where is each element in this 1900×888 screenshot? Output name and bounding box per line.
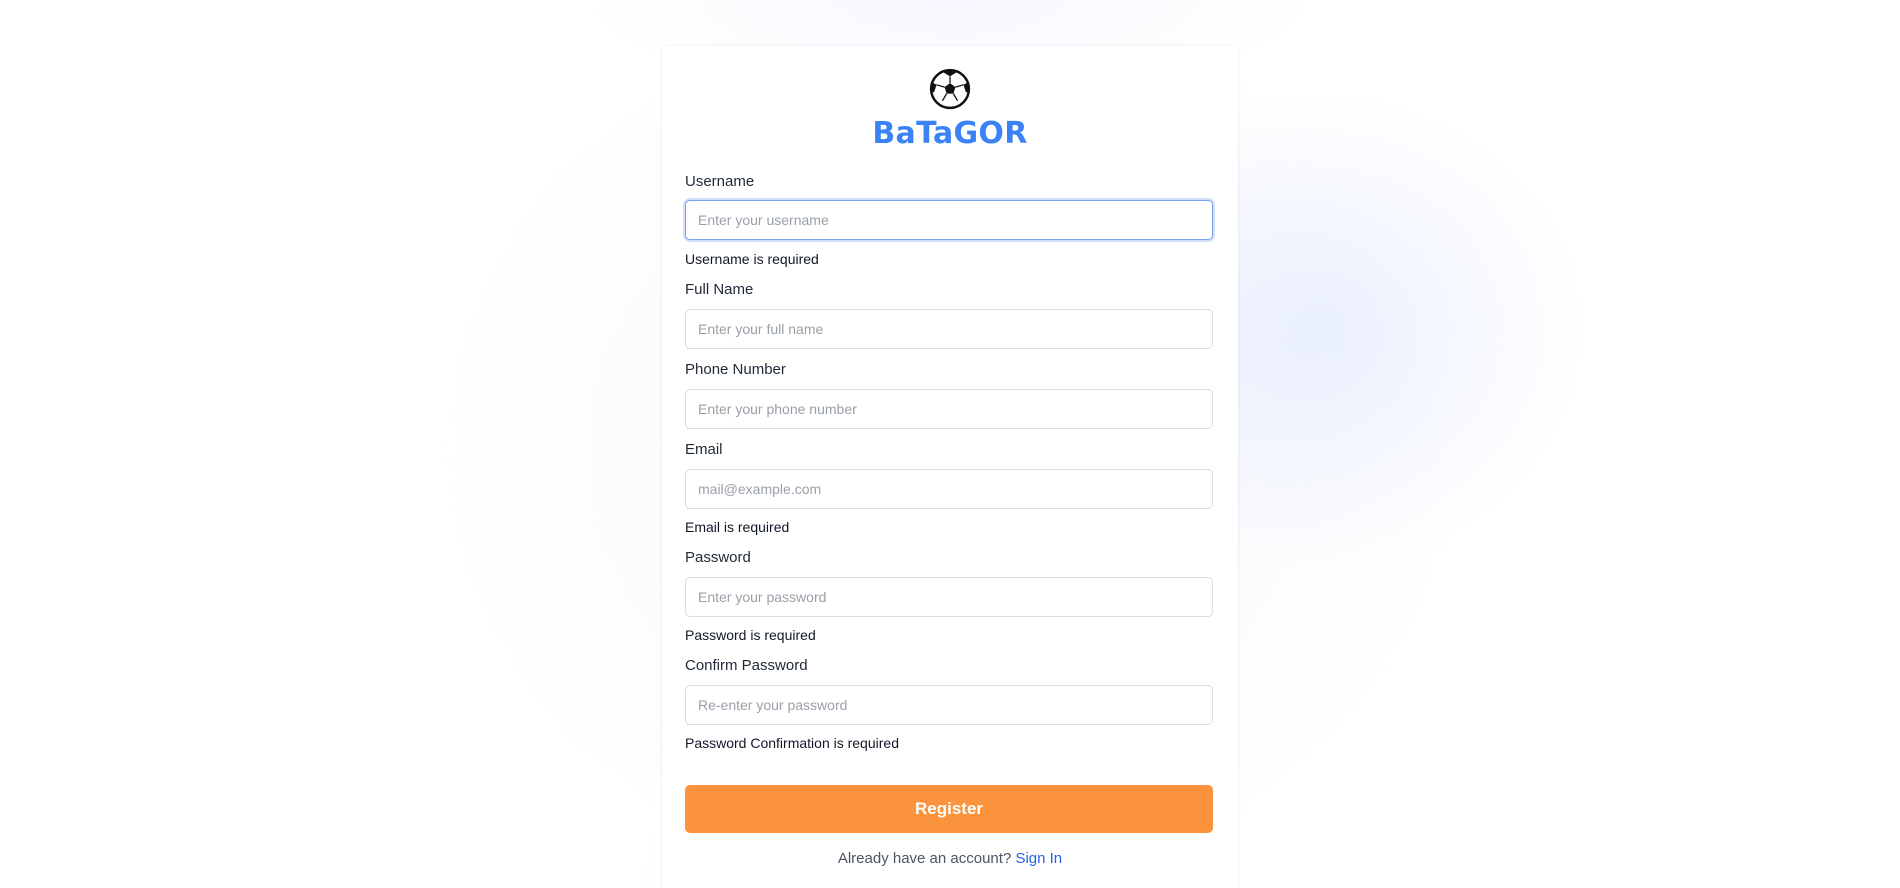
confirm-password-label: Confirm Password [685, 657, 808, 674]
sign-in-link[interactable]: Sign In [1015, 850, 1062, 867]
email-input[interactable] [685, 469, 1213, 509]
username-label: Username [685, 173, 755, 190]
full-name-input[interactable] [685, 309, 1213, 349]
brand-title: BaTaGOR [872, 116, 1028, 151]
phone-number-input[interactable] [685, 389, 1213, 429]
sign-in-prompt: Already have an account? Sign In [662, 850, 1238, 868]
password-label: Password [685, 549, 751, 566]
register-button[interactable]: Register [685, 785, 1213, 833]
password-error: Password is required [685, 627, 816, 643]
email-error: Email is required [685, 519, 790, 535]
sign-in-prompt-text: Already have an account? [837, 850, 1012, 867]
email-label: Email [685, 441, 723, 458]
username-input[interactable] [685, 200, 1213, 240]
register-card: BaTaGOR Username Username is required Fu… [662, 46, 1238, 888]
password-input[interactable] [685, 577, 1213, 617]
confirm-password-input[interactable] [685, 685, 1213, 725]
username-error: Username is required [685, 251, 819, 267]
phone-number-label: Phone Number [685, 361, 786, 378]
confirm-password-error: Password Confirmation is required [685, 735, 899, 751]
soccer-ball-icon [929, 68, 971, 110]
full-name-label: Full Name [685, 281, 754, 298]
